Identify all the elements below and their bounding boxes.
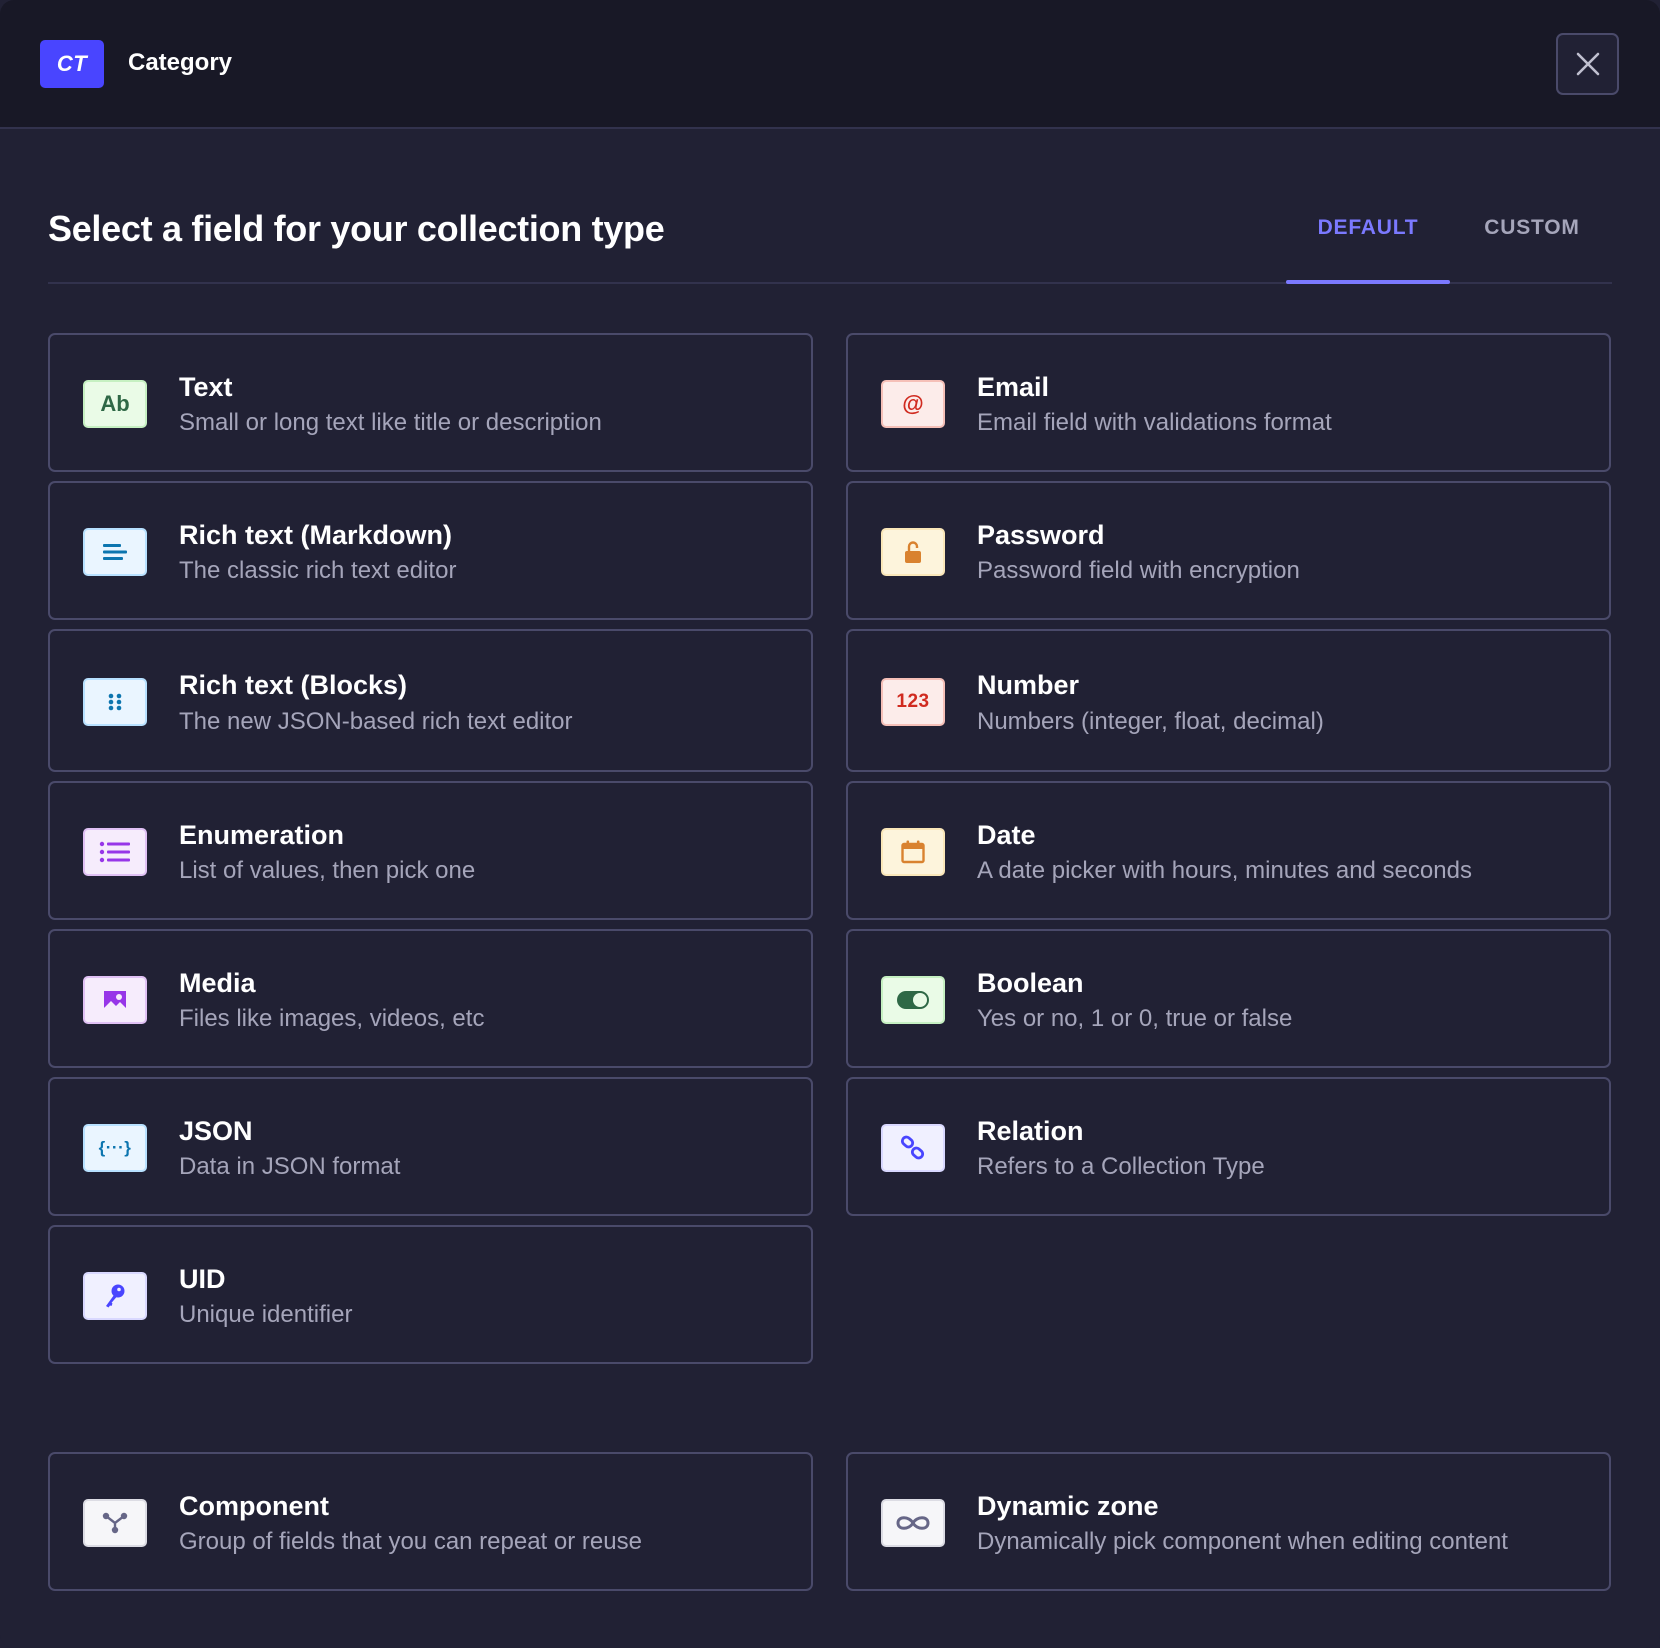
at-sign-icon: @ — [902, 391, 924, 416]
field-card-title: Enumeration — [179, 820, 345, 850]
field-card-email[interactable]: @ Email Email field with validations for… — [846, 333, 1611, 472]
field-card-date[interactable]: Date A date picker with hours, minutes a… — [846, 781, 1611, 920]
field-selection-modal: CT Category Select a field for your coll… — [0, 0, 1660, 1648]
blocks-field-icon-box — [83, 678, 147, 726]
field-card-title: Media — [179, 968, 256, 998]
unlocked-padlock-icon — [905, 541, 921, 563]
field-card-title: Password — [977, 520, 1105, 550]
field-card-title: Rich text (Markdown) — [179, 520, 453, 550]
dynamic-zone-field-icon-box — [881, 1499, 945, 1547]
field-card-title: Relation — [977, 1116, 1084, 1146]
text-field-icon-box: Ab — [83, 380, 147, 428]
content-type-name: Category — [128, 49, 233, 76]
infinity-icon — [896, 1516, 930, 1530]
field-card-description: Refers to a Collection Type — [977, 1153, 1265, 1180]
field-card-description: The new JSON-based rich text editor — [179, 708, 573, 735]
drag-grid-icon — [108, 693, 122, 711]
field-card-title: UID — [179, 1264, 226, 1294]
field-card-description: Small or long text like title or descrip… — [179, 409, 602, 436]
calendar-icon — [901, 840, 925, 864]
field-card-description: Numbers (integer, float, decimal) — [977, 708, 1324, 735]
enumeration-field-icon-box — [83, 828, 147, 876]
field-card-description: Email field with validations format — [977, 409, 1332, 436]
component-nodes-icon — [102, 1512, 128, 1534]
uid-field-icon-box — [83, 1272, 147, 1320]
field-card-number[interactable]: 123 Number Numbers (integer, float, deci… — [846, 629, 1611, 772]
email-field-icon-box: @ — [881, 380, 945, 428]
number-icon: 123 — [896, 691, 930, 712]
close-button[interactable] — [1556, 33, 1619, 95]
field-card-description: Password field with encryption — [977, 557, 1300, 584]
field-card-title: Component — [179, 1491, 329, 1521]
field-card-description: Files like images, videos, etc — [179, 1005, 485, 1032]
field-card-richtext-blocks[interactable]: Rich text (Blocks) The new JSON-based ri… — [48, 629, 813, 772]
content-type-badge: CT — [40, 40, 104, 88]
field-card-dynamic-zone[interactable]: Dynamic zone Dynamically pick component … — [846, 1452, 1611, 1591]
field-card-description: Data in JSON format — [179, 1153, 401, 1180]
field-card-title: Dynamic zone — [977, 1491, 1159, 1521]
tab-custom[interactable]: CUSTOM — [1450, 216, 1614, 240]
field-card-json[interactable]: {···} JSON Data in JSON format — [48, 1077, 813, 1216]
link-chain-icon — [900, 1135, 925, 1160]
tab-default[interactable]: DEFAULT — [1286, 216, 1450, 240]
field-card-description: Unique identifier — [179, 1301, 353, 1328]
field-card-boolean[interactable]: Boolean Yes or no, 1 or 0, true or false — [846, 929, 1611, 1068]
password-field-icon-box — [881, 528, 945, 576]
field-card-title: Rich text (Blocks) — [179, 670, 408, 700]
active-tab-indicator — [1286, 280, 1450, 284]
field-card-title: Boolean — [977, 968, 1084, 998]
field-card-title: Email — [977, 372, 1050, 402]
paragraph-lines-icon — [103, 544, 127, 560]
relation-field-icon-box — [881, 1124, 945, 1172]
field-card-description: Dynamically pick component when editing … — [977, 1528, 1508, 1555]
bulleted-list-icon — [99, 841, 130, 863]
toggle-switch-icon — [897, 991, 929, 1009]
field-card-description: Group of fields that you can repeat or r… — [179, 1528, 642, 1555]
field-card-description: List of values, then pick one — [179, 857, 476, 884]
page-title: Select a field for your collection type — [48, 208, 665, 249]
image-icon — [104, 991, 126, 1010]
field-card-relation[interactable]: Relation Refers to a Collection Type — [846, 1077, 1611, 1216]
field-card-uid[interactable]: UID Unique identifier — [48, 1225, 813, 1364]
field-card-richtext-markdown[interactable]: Rich text (Markdown) The classic rich te… — [48, 481, 813, 620]
key-icon — [106, 1284, 125, 1308]
field-card-description: Yes or no, 1 or 0, true or false — [977, 1005, 1293, 1032]
field-card-title: Date — [977, 820, 1036, 850]
richtext-field-icon-box — [83, 528, 147, 576]
modal-subheader: Select a field for your collection type … — [48, 200, 1612, 284]
field-card-component[interactable]: Component Group of fields that you can r… — [48, 1452, 813, 1591]
field-card-password[interactable]: Password Password field with encryption — [846, 481, 1611, 620]
field-card-title: Text — [179, 372, 233, 402]
close-icon — [1576, 52, 1599, 76]
braces-icon: {···} — [98, 1138, 132, 1157]
number-field-icon-box: 123 — [881, 678, 945, 726]
component-field-icon-box — [83, 1499, 147, 1547]
field-card-media[interactable]: Media Files like images, videos, etc — [48, 929, 813, 1068]
field-card-description: The classic rich text editor — [179, 557, 457, 584]
date-field-icon-box — [881, 828, 945, 876]
field-card-title: Number — [977, 670, 1080, 700]
media-field-icon-box — [83, 976, 147, 1024]
field-card-text[interactable]: Ab Text Small or long text like title or… — [48, 333, 813, 472]
modal-header: CT Category — [0, 0, 1660, 129]
boolean-field-icon-box — [881, 976, 945, 1024]
text-icon: Ab — [100, 391, 130, 416]
field-card-description: A date picker with hours, minutes and se… — [977, 857, 1472, 884]
json-field-icon-box: {···} — [83, 1124, 147, 1172]
field-card-enumeration[interactable]: Enumeration List of values, then pick on… — [48, 781, 813, 920]
field-card-title: JSON — [179, 1116, 253, 1146]
